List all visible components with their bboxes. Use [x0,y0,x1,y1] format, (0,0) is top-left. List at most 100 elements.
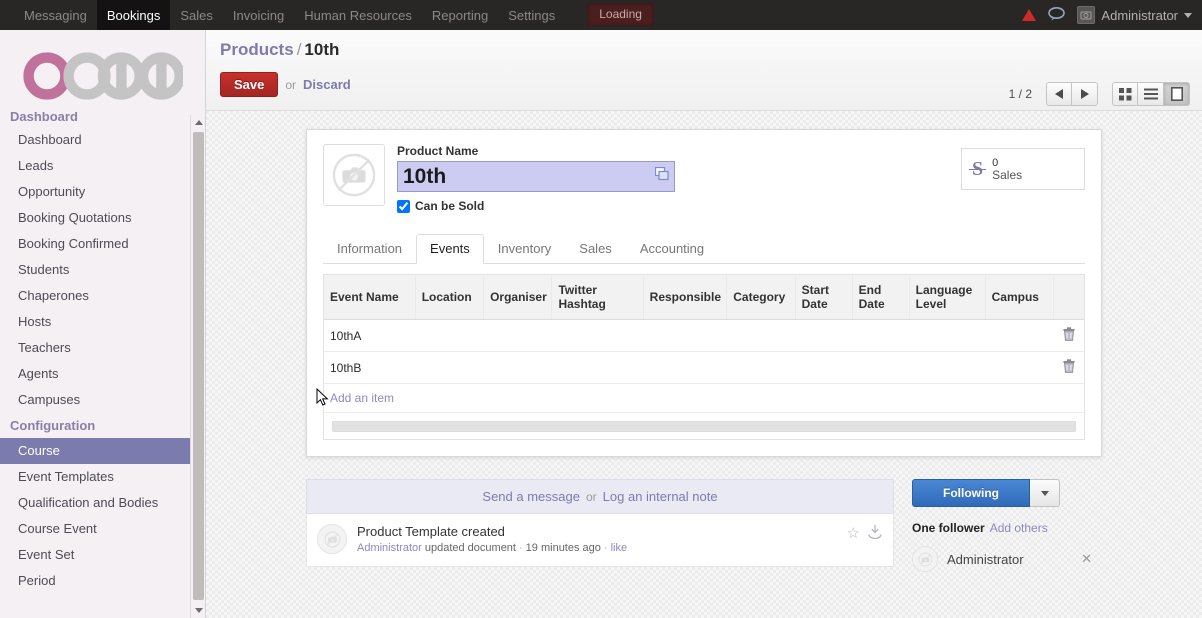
sidebar-item-chaperones[interactable]: Chaperones [0,283,205,309]
column-header-organiser[interactable]: Organiser [483,275,553,320]
cell-responsible[interactable] [643,319,727,352]
sidebar-item-course[interactable]: Course [0,438,205,464]
product-image-placeholder[interactable] [323,144,385,206]
form-view-button[interactable] [1164,82,1190,106]
save-button[interactable]: Save [220,72,279,97]
odoo-logo[interactable] [0,30,205,118]
cell-event-name[interactable]: 10thB [324,351,416,384]
cell-organiser[interactable] [483,319,552,352]
navbar-right-tools: Administrator [1022,0,1202,30]
sidebar-item-course-event[interactable]: Course Event [0,516,205,542]
sidebar-item-teachers[interactable]: Teachers [0,335,205,361]
can-be-sold-checkbox[interactable] [397,199,410,213]
cell-location[interactable] [415,351,484,384]
sales-stat-button[interactable]: S 0 Sales [961,148,1085,190]
cell-event-name[interactable]: 10thA [324,319,416,352]
translate-icon[interactable] [654,166,669,184]
sidebar-item-students[interactable]: Students [0,257,205,283]
list-view-button[interactable] [1138,82,1164,106]
nav-item-bookings[interactable]: Bookings [96,0,171,30]
cell-twitter-hashtag[interactable] [551,319,644,352]
sidebar-item-event-templates[interactable]: Event Templates [0,464,205,490]
table-row[interactable]: 10thB [324,351,1084,384]
sidebar-item-qualification-and-bodies[interactable]: Qualification and Bodies [0,490,205,516]
tab-information[interactable]: Information [323,234,416,264]
cell-responsible[interactable] [643,351,727,384]
nav-item-human-resources[interactable]: Human Resources [294,0,422,30]
cell-organiser[interactable] [483,351,552,384]
column-header-category[interactable]: Category [726,275,796,320]
send-a-message-button[interactable]: Send a message [482,489,580,504]
sidebar-scrollbar-thumb[interactable] [193,132,204,600]
breadcrumb-products-link[interactable]: Products [220,40,294,59]
star-icon[interactable]: ☆ [847,526,860,541]
add-an-item-link[interactable]: Add an item [330,391,394,405]
cell-category[interactable] [726,319,796,352]
sidebar-item-agents[interactable]: Agents [0,361,205,387]
nav-item-sales[interactable]: Sales [170,0,223,30]
nav-item-invoicing[interactable]: Invoicing [223,0,294,30]
tab-accounting[interactable]: Accounting [626,234,718,264]
column-header-event-name[interactable]: Event Name [324,275,416,320]
column-header-language-level[interactable]: Language Level [909,275,986,320]
cell-language-level[interactable] [909,319,986,352]
cell-campus[interactable] [985,319,1054,352]
product-name-input[interactable] [397,161,675,192]
nav-item-reporting[interactable]: Reporting [422,0,498,30]
table-row[interactable]: 10thA [324,319,1084,352]
cell-end-date[interactable] [852,319,910,352]
sidebar-item-event-set[interactable]: Event Set [0,542,205,568]
scroll-up-icon[interactable] [191,115,205,130]
sidebar-item-booking-confirmed[interactable]: Booking Confirmed [0,231,205,257]
discard-button[interactable]: Discard [303,77,351,92]
sidebar-item-period[interactable]: Period [0,568,205,594]
horizontal-scrollbar-thumb[interactable] [333,422,1075,431]
user-menu[interactable]: Administrator [1077,6,1192,24]
horizontal-scrollbar[interactable] [332,421,1076,432]
add-others-link[interactable]: Add others [990,521,1048,535]
sidebar-scrollbar[interactable] [190,115,205,618]
warning-triangle-icon[interactable] [1022,9,1037,21]
column-header-end-date[interactable]: End Date [852,275,910,320]
cell-twitter-hashtag[interactable] [551,351,644,384]
close-icon[interactable]: ✕ [1081,551,1092,567]
scroll-down-icon[interactable] [191,603,205,618]
sidebar-item-hosts[interactable]: Hosts [0,309,205,335]
sidebar-item-campuses[interactable]: Campuses [0,387,205,413]
cell-campus[interactable] [985,351,1054,384]
tab-sales[interactable]: Sales [565,234,626,264]
column-header-location[interactable]: Location [415,275,485,320]
cell-start-date[interactable] [795,351,853,384]
pager-next-button[interactable] [1072,82,1098,106]
column-header-start-date[interactable]: Start Date [795,275,853,320]
tab-inventory[interactable]: Inventory [484,234,565,264]
cell-location[interactable] [415,319,484,352]
sidebar-item-dashboard[interactable]: Dashboard [0,127,205,153]
tab-events[interactable]: Events [416,234,484,264]
cell-language-level[interactable] [909,351,986,384]
chat-bubble-icon[interactable] [1048,6,1066,24]
cell-start-date[interactable] [795,319,853,352]
column-header-responsible[interactable]: Responsible [643,275,728,320]
column-header-campus[interactable]: Campus [985,275,1055,320]
column-header-twitter-hashtag[interactable]: Twitter Hashtag [551,275,644,320]
trash-icon[interactable] [1063,327,1075,344]
following-button[interactable]: Following [912,479,1030,507]
pager-previous-button[interactable] [1046,82,1072,106]
sidebar-item-opportunity[interactable]: Opportunity [0,179,205,205]
view-switcher [1112,82,1190,106]
nav-item-messaging[interactable]: Messaging [14,0,97,30]
nav-item-settings[interactable]: Settings [498,0,565,30]
cell-end-date[interactable] [852,351,910,384]
sidebar-item-booking-quotations[interactable]: Booking Quotations [0,205,205,231]
following-dropdown-button[interactable] [1030,479,1060,507]
cell-category[interactable] [726,351,796,384]
kanban-view-button[interactable] [1112,82,1138,106]
sidebar-item-leads[interactable]: Leads [0,153,205,179]
trash-icon[interactable] [1063,359,1075,376]
log-internal-note-button[interactable]: Log an internal note [603,489,718,504]
message-author-link[interactable]: Administrator [357,542,422,554]
add-item-row[interactable]: Add an item [324,383,1084,413]
download-icon[interactable] [867,524,883,542]
like-link[interactable]: like [611,542,628,554]
